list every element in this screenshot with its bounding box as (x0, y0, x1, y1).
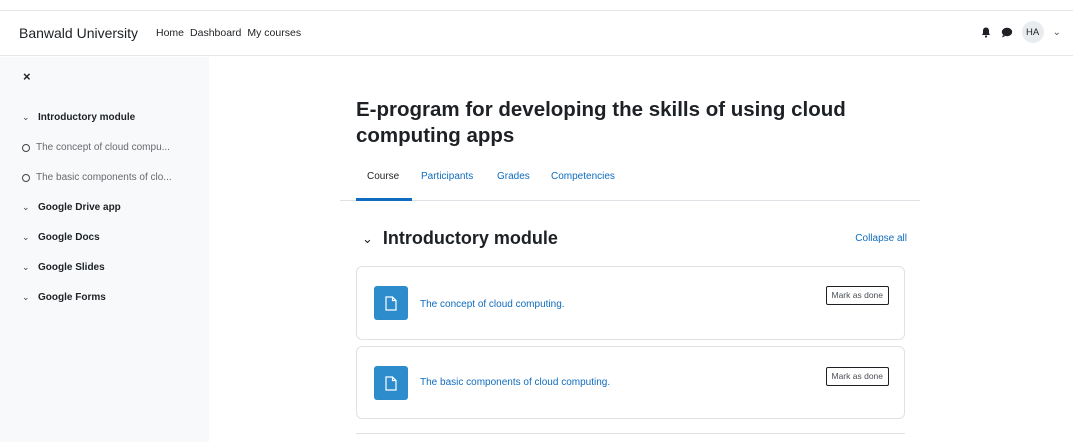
drawer-activity-cloud-concept[interactable]: The concept of cloud compu... (22, 142, 170, 153)
tab-participants[interactable]: Participants (421, 171, 473, 182)
drawer-activity-cloud-components[interactable]: The basic components of clo... (22, 172, 172, 183)
drawer-section-google-drive[interactable]: ⌄ Google Drive app (22, 202, 121, 213)
drawer-section-google-docs[interactable]: ⌄ Google Docs (22, 232, 100, 243)
chevron-down-icon: ⌄ (22, 112, 30, 122)
drawer-item-label: The basic components of clo... (36, 172, 172, 183)
chevron-down-icon: ⌄ (22, 292, 30, 302)
tab-competencies[interactable]: Competencies (551, 171, 615, 182)
drawer-item-label: Google Slides (38, 262, 105, 273)
close-drawer-icon[interactable]: × (23, 69, 31, 84)
activity-link[interactable]: The basic components of cloud computing. (420, 377, 610, 388)
tab-course[interactable]: Course (367, 171, 399, 182)
drawer-item-label: Google Docs (38, 232, 100, 243)
chevron-down-icon[interactable]: ⌄ (362, 231, 373, 247)
nav-dashboard-link[interactable]: Dashboard (190, 27, 241, 39)
section-divider (356, 433, 905, 434)
messages-chat-icon[interactable] (1001, 26, 1013, 38)
drawer-item-label: Google Forms (38, 292, 106, 303)
activity-link[interactable]: The concept of cloud computing. (420, 299, 565, 310)
completion-circle-icon (22, 143, 30, 152)
chevron-down-icon: ⌄ (22, 262, 30, 272)
drawer-item-label: Introductory module (38, 112, 136, 123)
drawer-item-label: The concept of cloud compu... (36, 142, 170, 153)
page-file-icon (374, 286, 408, 320)
mark-as-done-button[interactable]: Mark as done (825, 367, 889, 386)
activity-card: The concept of cloud computing. Mark as … (356, 266, 905, 340)
completion-circle-icon (22, 173, 30, 182)
notifications-bell-icon[interactable] (980, 26, 992, 38)
drawer-section-introductory-module[interactable]: ⌄ Introductory module (22, 112, 135, 123)
user-avatar[interactable]: HA (1021, 21, 1044, 43)
course-index-drawer: × ⌄ Introductory module The concept of c… (0, 57, 209, 442)
activity-card: The basic components of cloud computing.… (356, 346, 905, 419)
section-header[interactable]: ⌄ Introductory module (362, 228, 558, 249)
course-tabs: Course Participants Grades Competencies (340, 163, 920, 201)
drawer-section-google-slides[interactable]: ⌄ Google Slides (22, 262, 105, 273)
course-title: E-program for developing the skills of u… (356, 98, 846, 147)
collapse-all-link[interactable]: Collapse all (855, 233, 907, 244)
tab-grades[interactable]: Grades (497, 171, 530, 182)
drawer-item-label: Google Drive app (38, 202, 121, 213)
top-navbar: Banwald University Home Dashboard My cou… (0, 10, 1073, 56)
site-brand[interactable]: Banwald University (19, 25, 138, 41)
drawer-section-google-forms[interactable]: ⌄ Google Forms (22, 292, 106, 303)
user-navigation: HA ⌄ (980, 21, 1061, 43)
chevron-down-icon: ⌄ (22, 202, 30, 212)
chevron-down-icon: ⌄ (22, 232, 30, 242)
nav-home-link[interactable]: Home (156, 27, 184, 39)
mark-as-done-button[interactable]: Mark as done (825, 286, 889, 305)
page-file-icon (374, 366, 408, 400)
user-menu-chevron-down-icon[interactable]: ⌄ (1053, 27, 1061, 38)
active-tab-indicator (356, 198, 412, 201)
section-title: Introductory module (382, 228, 558, 248)
primary-navigation: Home Dashboard My courses (156, 27, 301, 39)
nav-my-courses-link[interactable]: My courses (247, 27, 301, 39)
